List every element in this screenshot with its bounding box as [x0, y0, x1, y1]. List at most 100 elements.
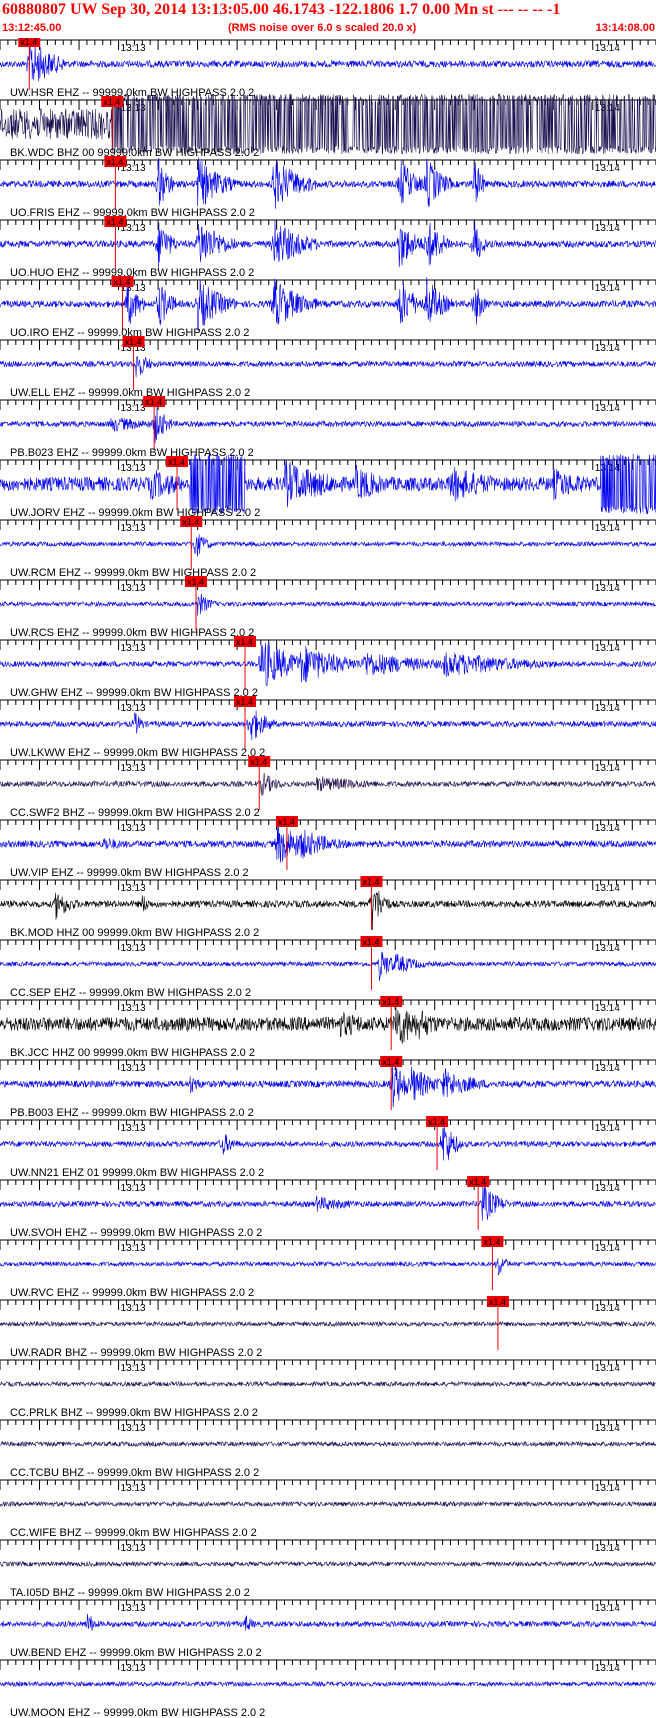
station-label-uo-fris: UO.FRIS EHZ -- 99999.0km BW HIGHPASS 2.0… [10, 207, 255, 219]
event-title: 60880807 UW Sep 30, 2014 13:13:05.00 46.… [2, 1, 561, 18]
minute-label: 13:14 [595, 1483, 620, 1494]
minute-label: 13:13 [121, 43, 146, 54]
pick-label: x1.4 [114, 277, 131, 287]
minute-label: 13:13 [121, 1603, 146, 1614]
station-label-uw-rcm: UW.RCM EHZ -- 99999.0km BW HIGHPASS 2.0 … [10, 567, 256, 579]
plot-header: 60880807 UW Sep 30, 2014 13:13:05.00 46.… [0, 0, 656, 40]
pick-label: x1.4 [145, 397, 162, 407]
waveform-cc-sep [0, 952, 656, 981]
waveform-uw-jorv [0, 453, 656, 515]
waveform-uw-moon [0, 1680, 656, 1688]
pick-label: x1.4 [362, 877, 379, 887]
pick-label: x1.4 [236, 637, 253, 647]
pick-label: x1.4 [362, 937, 379, 947]
waveform-uw-rcs [0, 593, 656, 616]
pick-label: x1.4 [382, 997, 399, 1007]
minute-label: 13:13 [121, 1243, 146, 1254]
pick-label: x1.4 [187, 577, 204, 587]
minute-label: 13:14 [595, 763, 620, 774]
minute-label: 13:13 [121, 523, 146, 534]
minute-label: 13:14 [595, 223, 620, 234]
waveform-uw-nn21 [0, 1125, 656, 1161]
waveform-uw-radr [0, 1320, 656, 1328]
minute-label: 13:14 [595, 343, 620, 354]
waveform-pb-b003 [0, 1059, 656, 1108]
minute-label: 13:13 [121, 463, 146, 474]
minute-label: 13:14 [595, 1363, 620, 1374]
station-label-pb-b023: PB.B023 EHZ -- 99999.0km BW HIGHPASS 2.0… [10, 447, 254, 459]
minute-label: 13:13 [121, 763, 146, 774]
minute-label: 13:14 [595, 523, 620, 534]
station-label-bk-wdc: BK.WDC BHZ 00 99999.0km BW HIGHPASS 2.0 … [10, 147, 259, 159]
pick-label: x1.4 [168, 457, 185, 467]
minute-label: 13:14 [595, 283, 620, 294]
minute-label: 13:13 [121, 1663, 146, 1674]
minute-label: 13:13 [121, 1123, 146, 1134]
minute-label: 13:13 [121, 1543, 146, 1554]
waveform-uw-hsr [0, 38, 656, 82]
minute-label: 13:13 [121, 1183, 146, 1194]
station-label-cc-wife: CC.WIFE BHZ -- 99999.0km BW HIGHPASS 2.0… [10, 1527, 257, 1539]
start-time-label: 13:12:45.00 [2, 22, 62, 34]
pick-label: x1.4 [106, 157, 123, 167]
pick-label: x1.4 [278, 817, 295, 827]
station-label-uw-moon: UW.MOON EHZ -- 99999.0km BW HIGHPASS 2.0… [10, 1707, 265, 1718]
waveform-cc-prlk [0, 1380, 656, 1388]
waveform-cc-tcbu [0, 1440, 656, 1448]
station-label-uw-rvc: UW.RVC EHZ -- 99999.0km BW HIGHPASS 2.0 … [10, 1287, 254, 1299]
minute-label: 13:14 [595, 643, 620, 654]
waveform-uo-huo [0, 219, 656, 270]
waveform-uw-vip [0, 824, 656, 863]
minute-label: 13:14 [595, 883, 620, 894]
station-label-uw-jorv: UW.JORV EHZ -- 99999.0km BW HIGHPASS 2.0… [10, 507, 260, 519]
waveform-bk-wdc [0, 93, 656, 155]
station-label-uw-radr: UW.RADR BHZ -- 99999.0km BW HIGHPASS 2.0… [10, 1347, 262, 1359]
minute-label: 13:14 [595, 403, 620, 414]
station-label-uw-hsr: UW.HSR EHZ -- 99999.0km BW HIGHPASS 2.0 … [10, 87, 254, 99]
pick-label: x1.4 [469, 1177, 486, 1187]
pick-label: x1.4 [182, 517, 199, 527]
station-label-bk-jcc: BK.JCC HHZ 00 99999.0km BW HIGHPASS 2.0 … [10, 1047, 255, 1059]
station-label-ta-i05d: TA.I05D BHZ -- 99999.0km BW HIGHPASS 2.0… [10, 1587, 250, 1599]
waveform-uo-iro [0, 277, 656, 332]
station-label-uw-lkww: UW.LKWW EHZ -- 99999.0km BW HIGHPASS 2.0… [10, 747, 265, 759]
minute-label: 13:14 [595, 703, 620, 714]
end-time-label: 13:14:08.00 [595, 22, 655, 34]
minute-label: 13:13 [121, 1363, 146, 1374]
minute-label: 13:13 [121, 1483, 146, 1494]
waveform-uw-rcm [0, 534, 656, 557]
pick-label: x1.4 [106, 217, 123, 227]
station-label-pb-b003: PB.B003 EHZ -- 99999.0km BW HIGHPASS 2.0… [10, 1107, 254, 1119]
minute-label: 13:13 [121, 823, 146, 834]
minute-label: 13:14 [595, 1603, 620, 1614]
minute-label: 13:14 [595, 1423, 620, 1434]
minute-label: 13:14 [595, 103, 620, 114]
pick-label: x1.4 [382, 1057, 399, 1067]
station-label-uw-nn21: UW.NN21 EHZ 01 99999.0km BW HIGHPASS 2.0… [10, 1167, 264, 1179]
pick-label: x1.4 [428, 1117, 445, 1127]
waveform-uw-bend [0, 1613, 656, 1631]
minute-label: 13:14 [595, 163, 620, 174]
waveform-uw-svoh [0, 1184, 656, 1221]
waveform-uo-fris [0, 157, 656, 209]
minute-label: 13:13 [121, 1423, 146, 1434]
minute-label: 13:14 [595, 1303, 620, 1314]
minute-label: 13:13 [121, 703, 146, 714]
minute-label: 13:14 [595, 1003, 620, 1014]
station-label-uw-ell: UW.ELL EHZ -- 99999.0km BW HIGHPASS 2.0 … [10, 387, 250, 399]
waveform-uw-lkww [0, 710, 656, 741]
station-label-cc-swf2: CC.SWF2 BHZ -- 99999.0km BW HIGHPASS 2.0… [10, 807, 260, 819]
pick-label: x1.4 [489, 1297, 506, 1307]
minute-label: 13:13 [121, 943, 146, 954]
minute-label: 13:14 [595, 1123, 620, 1134]
station-label-uw-ghw: UW.GHW EHZ -- 99999.0km BW HIGHPASS 2.0 … [10, 687, 258, 699]
waveform-uw-ell [0, 356, 656, 378]
minute-label: 13:13 [121, 583, 146, 594]
minute-label: 13:13 [121, 1003, 146, 1014]
minute-label: 13:14 [595, 1243, 620, 1254]
minute-label: 13:13 [121, 883, 146, 894]
station-label-cc-sep: CC.SEP EHZ -- 99999.0km BW HIGHPASS 2.0 … [10, 987, 251, 999]
minute-label: 13:14 [595, 1063, 620, 1074]
pick-label: x1.4 [483, 1237, 500, 1247]
waveform-uw-rvc [0, 1258, 656, 1276]
